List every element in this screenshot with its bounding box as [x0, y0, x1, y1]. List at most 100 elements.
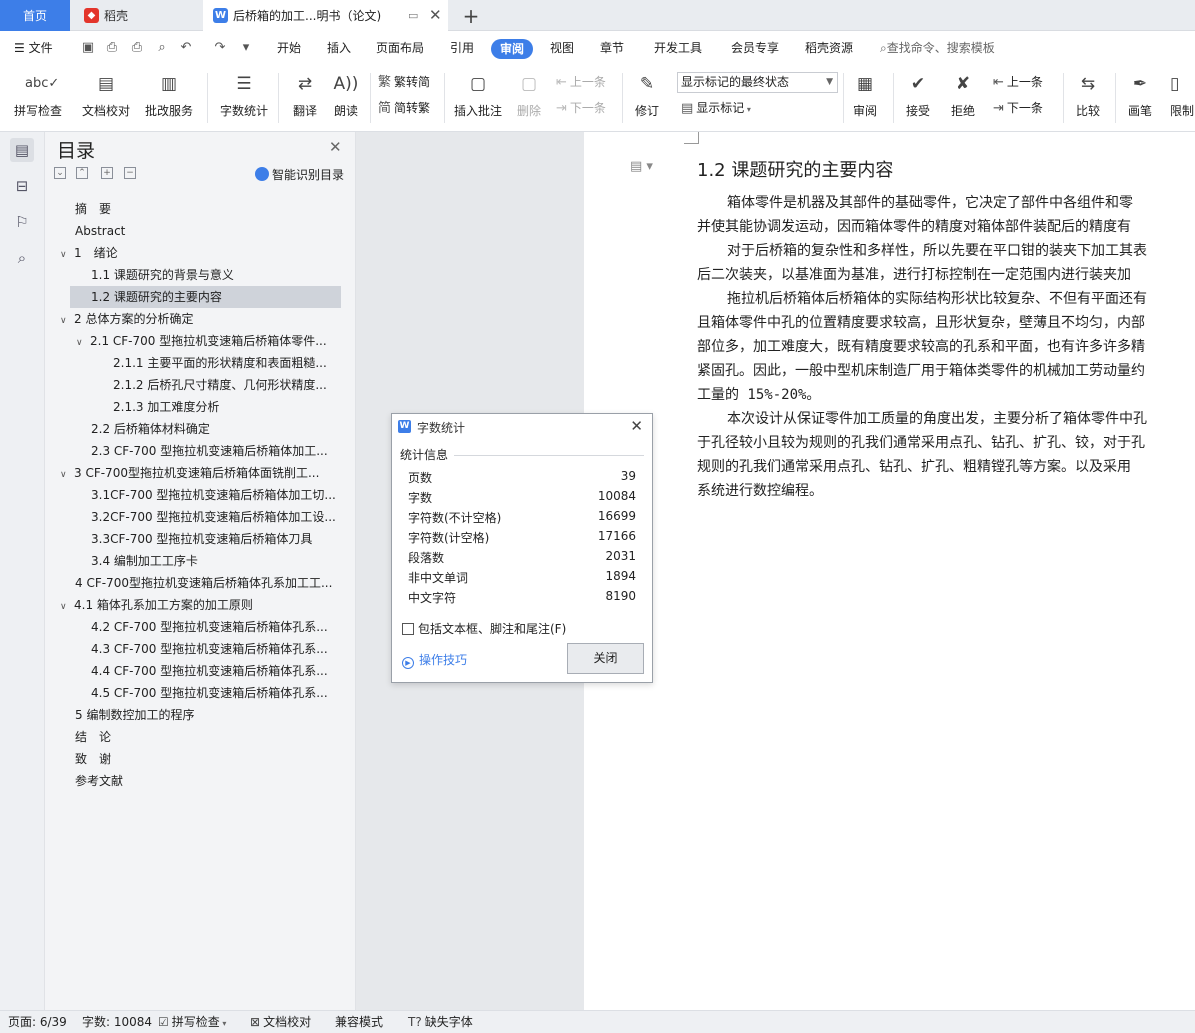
paragraph-handle-icon[interactable]: ▤ ▾	[630, 159, 653, 174]
status-spell-check[interactable]: ☑ 拼写检查 ▾	[158, 1011, 226, 1033]
toc-item[interactable]: 3.3CF-700 型拖拉机变速箱后桥箱体刀具	[91, 528, 341, 550]
toc-item[interactable]: ∨ 4.1 箱体孔系加工方案的加工原则	[60, 594, 341, 616]
remove-heading-icon[interactable]: −	[124, 167, 136, 179]
toc-item[interactable]: 4.4 CF-700 型拖拉机变速箱后桥箱体孔系...	[91, 660, 341, 682]
show-markup-button[interactable]: ▤ 显示标记 ▾	[681, 98, 751, 118]
compare-button[interactable]: ⇆ 比较	[1070, 65, 1106, 131]
expand-arrow-icon[interactable]: ∨	[60, 310, 74, 330]
insert-comment-button[interactable]: ▢ 插入批注	[452, 65, 504, 131]
simp-to-trad-button[interactable]: 简简转繁	[378, 98, 430, 118]
toc-item[interactable]: 摘 要	[75, 198, 341, 220]
trad-to-simp-button[interactable]: 繁繁转简	[378, 72, 430, 92]
revise-button[interactable]: ✎ 修订	[630, 65, 664, 131]
translate-button[interactable]: ⇄ 翻译	[287, 65, 323, 131]
review-service-button[interactable]: ▥ 批改服务	[140, 65, 198, 131]
toc-item[interactable]: 参考文献	[75, 770, 341, 792]
status-doc-proof[interactable]: ⊠ 文档校对	[250, 1011, 311, 1033]
menu-insert[interactable]: 插入	[327, 31, 351, 65]
toc-item[interactable]: 3.1CF-700 型拖拉机变速箱后桥箱体加工切...	[91, 484, 341, 506]
toc-item[interactable]: ∨ 1 绪论	[60, 242, 341, 264]
menu-member[interactable]: 会员专享	[731, 31, 779, 65]
doc-proof-button[interactable]: ▤ 文档校对	[80, 65, 132, 131]
expand-up-icon[interactable]: ⌃	[76, 167, 88, 179]
toc-item[interactable]: 致 谢	[75, 748, 341, 770]
new-tab-icon[interactable]: +	[458, 0, 484, 31]
toc-item[interactable]: ∨ 2.1 CF-700 型拖拉机变速箱后桥箱体零件...	[76, 330, 341, 352]
page-indicator[interactable]: 页面: 6/39	[8, 1011, 67, 1033]
toc-item[interactable]: 3.2CF-700 型拖拉机变速箱后桥箱体加工设...	[91, 506, 341, 528]
save-icon[interactable]: ▣	[80, 40, 96, 56]
toc-item[interactable]: ∨ 2 总体方案的分析确定	[60, 308, 341, 330]
close-button[interactable]: 关闭	[567, 643, 644, 674]
menu-daoke-resources[interactable]: 稻壳资源	[805, 31, 853, 65]
pen-button[interactable]: ✒ 画笔	[1124, 65, 1156, 131]
expand-arrow-icon[interactable]: ∨	[60, 244, 74, 264]
reject-button[interactable]: ✘ 拒绝	[945, 65, 981, 131]
word-count-indicator[interactable]: 字数: 10084	[82, 1011, 152, 1033]
command-search[interactable]: ⌕查找命令、搜索模板	[880, 31, 995, 65]
menu-review[interactable]: 审阅	[491, 39, 534, 59]
menu-start[interactable]: 开始	[277, 31, 301, 65]
menu-view[interactable]: 视图	[550, 31, 574, 65]
toc-item[interactable]: 4 CF-700型拖拉机变速箱后桥箱体孔系加工工...	[75, 572, 341, 594]
tab-home[interactable]: 首页	[0, 0, 70, 31]
toc-item[interactable]: 2.1.1 主要平面的形状精度和表面粗糙...	[113, 352, 341, 374]
toc-item[interactable]: 4.3 CF-700 型拖拉机变速箱后桥箱体孔系...	[91, 638, 341, 660]
add-heading-icon[interactable]: +	[101, 167, 113, 179]
menu-chapter[interactable]: 章节	[600, 31, 624, 65]
toc-item[interactable]: 4.2 CF-700 型拖拉机变速箱后桥箱体孔系...	[91, 616, 341, 638]
spell-check-button[interactable]: abc✓ 拼写检查	[10, 65, 66, 131]
menu-developer[interactable]: 开发工具	[654, 31, 702, 65]
prev-change-button[interactable]: ⇤ 上一条	[993, 72, 1043, 92]
toc-panel-icon[interactable]: ▤	[10, 138, 34, 162]
toc-item[interactable]: 2.3 CF-700 型拖拉机变速箱后桥箱体加工...	[91, 440, 341, 462]
toc-item[interactable]: 2.1.3 加工难度分析	[113, 396, 341, 418]
menu-layout[interactable]: 页面布局	[376, 31, 424, 65]
toc-item[interactable]: 1.2 课题研究的主要内容	[70, 286, 341, 308]
missing-font-button[interactable]: T? 缺失字体	[408, 1011, 473, 1033]
expand-arrow-icon[interactable]: ∨	[76, 332, 90, 352]
toc-item[interactable]: 2.1.2 后桥孔尺寸精度、几何形状精度...	[113, 374, 341, 396]
redo-icon[interactable]: ↷	[212, 40, 228, 56]
next-comment-button[interactable]: ⇥ 下一条	[556, 98, 606, 118]
chapter-nav-icon[interactable]: ⊟	[10, 174, 34, 198]
toc-item[interactable]: 1.1 课题研究的背景与意义	[91, 264, 341, 286]
accept-button[interactable]: ✔ 接受	[900, 65, 936, 131]
toc-item[interactable]: Abstract	[75, 220, 341, 242]
read-aloud-button[interactable]: A)) 朗读	[330, 65, 362, 131]
export-pdf-icon[interactable]: ⎙	[104, 40, 120, 56]
tips-link[interactable]: ▶ 操作技巧	[402, 651, 467, 669]
more-quick-icon[interactable]: ▾	[238, 40, 254, 56]
file-menu[interactable]: ☰ 文件	[14, 31, 53, 65]
search-icon[interactable]: ⌕	[10, 246, 34, 270]
print-icon[interactable]: ⎙	[129, 40, 145, 56]
word-count-button[interactable]: ☰ 字数统计	[218, 65, 270, 131]
include-textbox-checkbox[interactable]: 包括文本框、脚注和尾注(F)	[402, 620, 566, 637]
toc-item[interactable]: ∨ 3 CF-700型拖拉机变速箱后桥箱体面铣削工...	[60, 462, 341, 484]
restrict-button[interactable]: ▯ 限制	[1170, 65, 1195, 131]
markup-mode-select[interactable]: 显示标记的最终状态 ▼	[677, 72, 838, 93]
toc-item[interactable]: 5 编制数控加工的程序	[75, 704, 341, 726]
tab-daoke[interactable]: ◆ 稻壳	[72, 0, 200, 31]
menu-references[interactable]: 引用	[450, 31, 474, 65]
prev-comment-button[interactable]: ⇤ 上一条	[556, 72, 606, 92]
close-icon[interactable]: ✕	[630, 417, 643, 435]
toc-item[interactable]: 4.5 CF-700 型拖拉机变速箱后桥箱体孔系...	[91, 682, 341, 704]
expand-arrow-icon[interactable]: ∨	[60, 464, 74, 484]
smart-toc-button[interactable]: 智能识别目录	[255, 166, 344, 183]
toc-item[interactable]: 3.4 编制加工工序卡	[91, 550, 341, 572]
close-icon[interactable]: ✕	[329, 138, 342, 156]
tab-document[interactable]: W 后桥箱的加工...明书（论文) ▭ ✕	[203, 0, 448, 31]
float-window-icon[interactable]: ▭	[408, 9, 418, 22]
print-preview-icon[interactable]: ⌕	[154, 40, 170, 56]
undo-icon[interactable]: ↶	[178, 40, 194, 56]
dialog-titlebar[interactable]: W 字数统计 ✕	[392, 414, 652, 439]
review-pane-button[interactable]: ▦ 审阅	[848, 65, 882, 131]
toc-item[interactable]: 结 论	[75, 726, 341, 748]
delete-comment-button[interactable]: ▢ 删除	[511, 65, 547, 131]
next-change-button[interactable]: ⇥ 下一条	[993, 98, 1043, 118]
document-page[interactable]: ▤ ▾ 1.2 课题研究的主要内容 箱体零件是机器及其部件的基础零件，它决定了部…	[584, 132, 1195, 1010]
close-tab-icon[interactable]: ✕	[429, 6, 442, 24]
collapse-all-icon[interactable]: ⌄	[54, 167, 66, 179]
expand-arrow-icon[interactable]: ∨	[60, 596, 74, 616]
